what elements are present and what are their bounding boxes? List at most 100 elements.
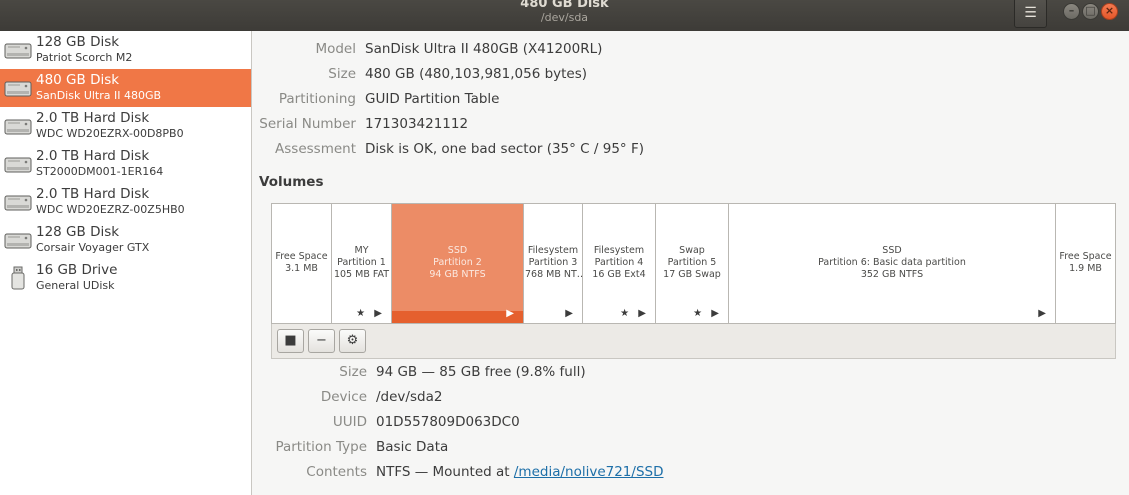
hard-disk-icon — [4, 43, 32, 59]
usb-drive-icon — [11, 266, 25, 290]
disk-model: SanDisk Ultra II 480GB — [36, 89, 162, 102]
disk-model: WDC WD20EZRZ-00Z5HB0 — [36, 203, 185, 216]
partition-label-line: Partition 5 — [667, 257, 717, 268]
disk-model: WDC WD20EZRX-00D8PB0 — [36, 127, 184, 140]
play-icon: ▶ — [506, 308, 517, 319]
partition-5[interactable]: Swap Partition 5 17 GB Swap ★ ▶ — [656, 204, 729, 323]
partition-label-line: Partition 2 — [433, 257, 482, 268]
play-icon: ▶ — [565, 308, 576, 319]
title-bar: 480 GB Disk /dev/sda ☰ – □ × — [0, 0, 1129, 31]
model-row: Model — [253, 41, 356, 61]
hard-disk-icon — [4, 195, 32, 211]
hard-disk-icon — [4, 157, 32, 173]
play-icon: ▶ — [1038, 308, 1049, 319]
partition-label-line: 1.9 MB — [1069, 263, 1102, 274]
volumes-heading: Volumes — [259, 174, 324, 190]
partition-type-row: Partition Type — [253, 439, 367, 459]
assessment-label: Assessment — [275, 141, 356, 157]
disk-name: 2.0 TB Hard Disk — [36, 110, 150, 126]
partition-type-label: Partition Type — [275, 439, 367, 455]
disk-name: 16 GB Drive — [36, 262, 118, 278]
partition-label-line: 105 MB FAT — [333, 269, 390, 280]
partition-label-line: MY — [354, 245, 369, 256]
assessment-row: Assessment — [253, 141, 356, 161]
partition-label-line: Free Space — [275, 251, 328, 262]
disk-model: General UDisk — [36, 279, 115, 292]
partition-free-space-2[interactable]: Free Space 1.9 MB — [1056, 204, 1115, 323]
partition-label-line: Filesystem — [527, 245, 579, 256]
mount-point-link[interactable]: /media/nolive721/SSD — [514, 464, 664, 480]
sidebar-item-disk-5[interactable]: 2.0 TB Hard Disk WDC WD20EZRZ-00Z5HB0 — [0, 183, 251, 221]
disk-list: 128 GB Disk Patriot Scorch M2 480 GB Dis… — [0, 31, 252, 495]
partition-free-space-1[interactable]: Free Space 3.1 MB — [272, 204, 332, 323]
delete-partition-button[interactable]: − — [308, 329, 335, 353]
partition-2[interactable]: SSD Partition 2 94 GB NTFS ▶ — [392, 204, 524, 323]
partition-3[interactable]: Filesystem Partition 3 768 MB NT… ▶ — [524, 204, 583, 323]
volume-map: Free Space 3.1 MB MY Partition 1 105 MB FAT… — [271, 203, 1116, 324]
partition-label-line: SSD — [447, 245, 468, 256]
star-play-icon: ★ ▶ — [620, 308, 649, 319]
partition-label-line: Partition 6: Basic data partition — [818, 257, 966, 268]
hamburger-menu-icon[interactable]: ☰ — [1014, 0, 1047, 28]
disk-model: ST2000DM001-1ER164 — [36, 165, 164, 178]
contents-value: NTFS — Mounted at /media/nolive721/SSD — [376, 464, 663, 480]
partition-label-line: 352 GB NTFS — [860, 269, 924, 280]
model-value: SanDisk Ultra II 480GB (X41200RL) — [365, 41, 603, 57]
disk-details-panel: Model SanDisk Ultra II 480GB (X41200RL) … — [253, 31, 1129, 495]
minimize-icon[interactable]: – — [1063, 3, 1080, 20]
partition-label-line: 16 GB Ext4 — [592, 269, 646, 280]
disk-name: 128 GB Disk — [36, 224, 120, 240]
disk-name: 480 GB Disk — [36, 72, 120, 88]
device-row: Device — [253, 389, 367, 409]
contents-text: NTFS — Mounted at — [376, 464, 514, 480]
sidebar-item-disk-4[interactable]: 2.0 TB Hard Disk ST2000DM001-1ER164 — [0, 145, 251, 183]
sidebar-item-disk-3[interactable]: 2.0 TB Hard Disk WDC WD20EZRX-00D8PB0 — [0, 107, 251, 145]
partition-label-line: 3.1 MB — [285, 263, 318, 274]
partition-label-line: Free Space — [1059, 251, 1112, 262]
partition-type-value: Basic Data — [376, 439, 449, 455]
star-play-icon: ★ ▶ — [693, 308, 722, 319]
assessment-value: Disk is OK, one bad sector (35° C / 95° … — [365, 141, 644, 157]
partition-1[interactable]: MY Partition 1 105 MB FAT ★ ▶ — [332, 204, 392, 323]
disk-model: Patriot Scorch M2 — [36, 51, 133, 64]
partitioning-value: GUID Partition Table — [365, 91, 500, 107]
partition-4[interactable]: Filesystem Partition 4 16 GB Ext4 ★ ▶ — [583, 204, 656, 323]
partition-label-line: SSD — [882, 245, 902, 256]
model-label: Model — [315, 41, 356, 57]
sidebar-item-disk-1[interactable]: 128 GB Disk Patriot Scorch M2 — [0, 31, 251, 69]
disk-name: 128 GB Disk — [36, 34, 120, 50]
sidebar-item-drive-7[interactable]: 16 GB Drive General UDisk — [0, 259, 251, 297]
size-value: 480 GB (480,103,981,056 bytes) — [365, 66, 588, 82]
partitioning-row: Partitioning — [253, 91, 356, 111]
contents-label: Contents — [306, 464, 367, 480]
star-play-icon: ★ ▶ — [356, 308, 385, 319]
uuid-row: UUID — [253, 414, 367, 434]
sidebar-item-disk-6[interactable]: 128 GB Disk Corsair Voyager GTX — [0, 221, 251, 259]
serial-row: Serial Number — [253, 116, 356, 136]
hard-disk-icon — [4, 119, 32, 135]
window-subtitle: /dev/sda — [540, 11, 589, 24]
disk-model: Corsair Voyager GTX — [36, 241, 150, 254]
size-row: Size — [253, 66, 356, 86]
unmount-button[interactable]: ■ — [277, 329, 304, 353]
partition-label-line: Partition 1 — [337, 257, 386, 268]
size-label: Size — [328, 66, 356, 82]
maximize-icon[interactable]: □ — [1082, 3, 1099, 20]
close-icon[interactable]: × — [1101, 3, 1118, 20]
sidebar-item-disk-2[interactable]: 480 GB Disk SanDisk Ultra II 480GB — [0, 69, 251, 107]
selection-strip — [392, 311, 523, 323]
device-label: Device — [320, 389, 367, 405]
partition-6[interactable]: SSD Partition 6: Basic data partition 352 … — [729, 204, 1056, 323]
partition-settings-button[interactable]: ⚙ — [339, 329, 366, 353]
partition-size-row: Size — [253, 364, 367, 384]
partition-label-line: Filesystem — [593, 245, 645, 256]
partition-size-value: 94 GB — 85 GB free (9.8% full) — [376, 364, 586, 380]
partition-label-line: 17 GB Swap — [663, 269, 721, 280]
partitioning-label: Partitioning — [278, 91, 356, 107]
serial-value: 171303421112 — [365, 116, 469, 132]
partition-label-line: 768 MB NT… — [525, 269, 582, 280]
partition-label-line: Partition 4 — [594, 257, 644, 268]
partition-label-line: 94 GB NTFS — [429, 269, 486, 280]
uuid-value: 01D557809D063DC0 — [376, 414, 520, 430]
hard-disk-icon — [4, 81, 32, 97]
